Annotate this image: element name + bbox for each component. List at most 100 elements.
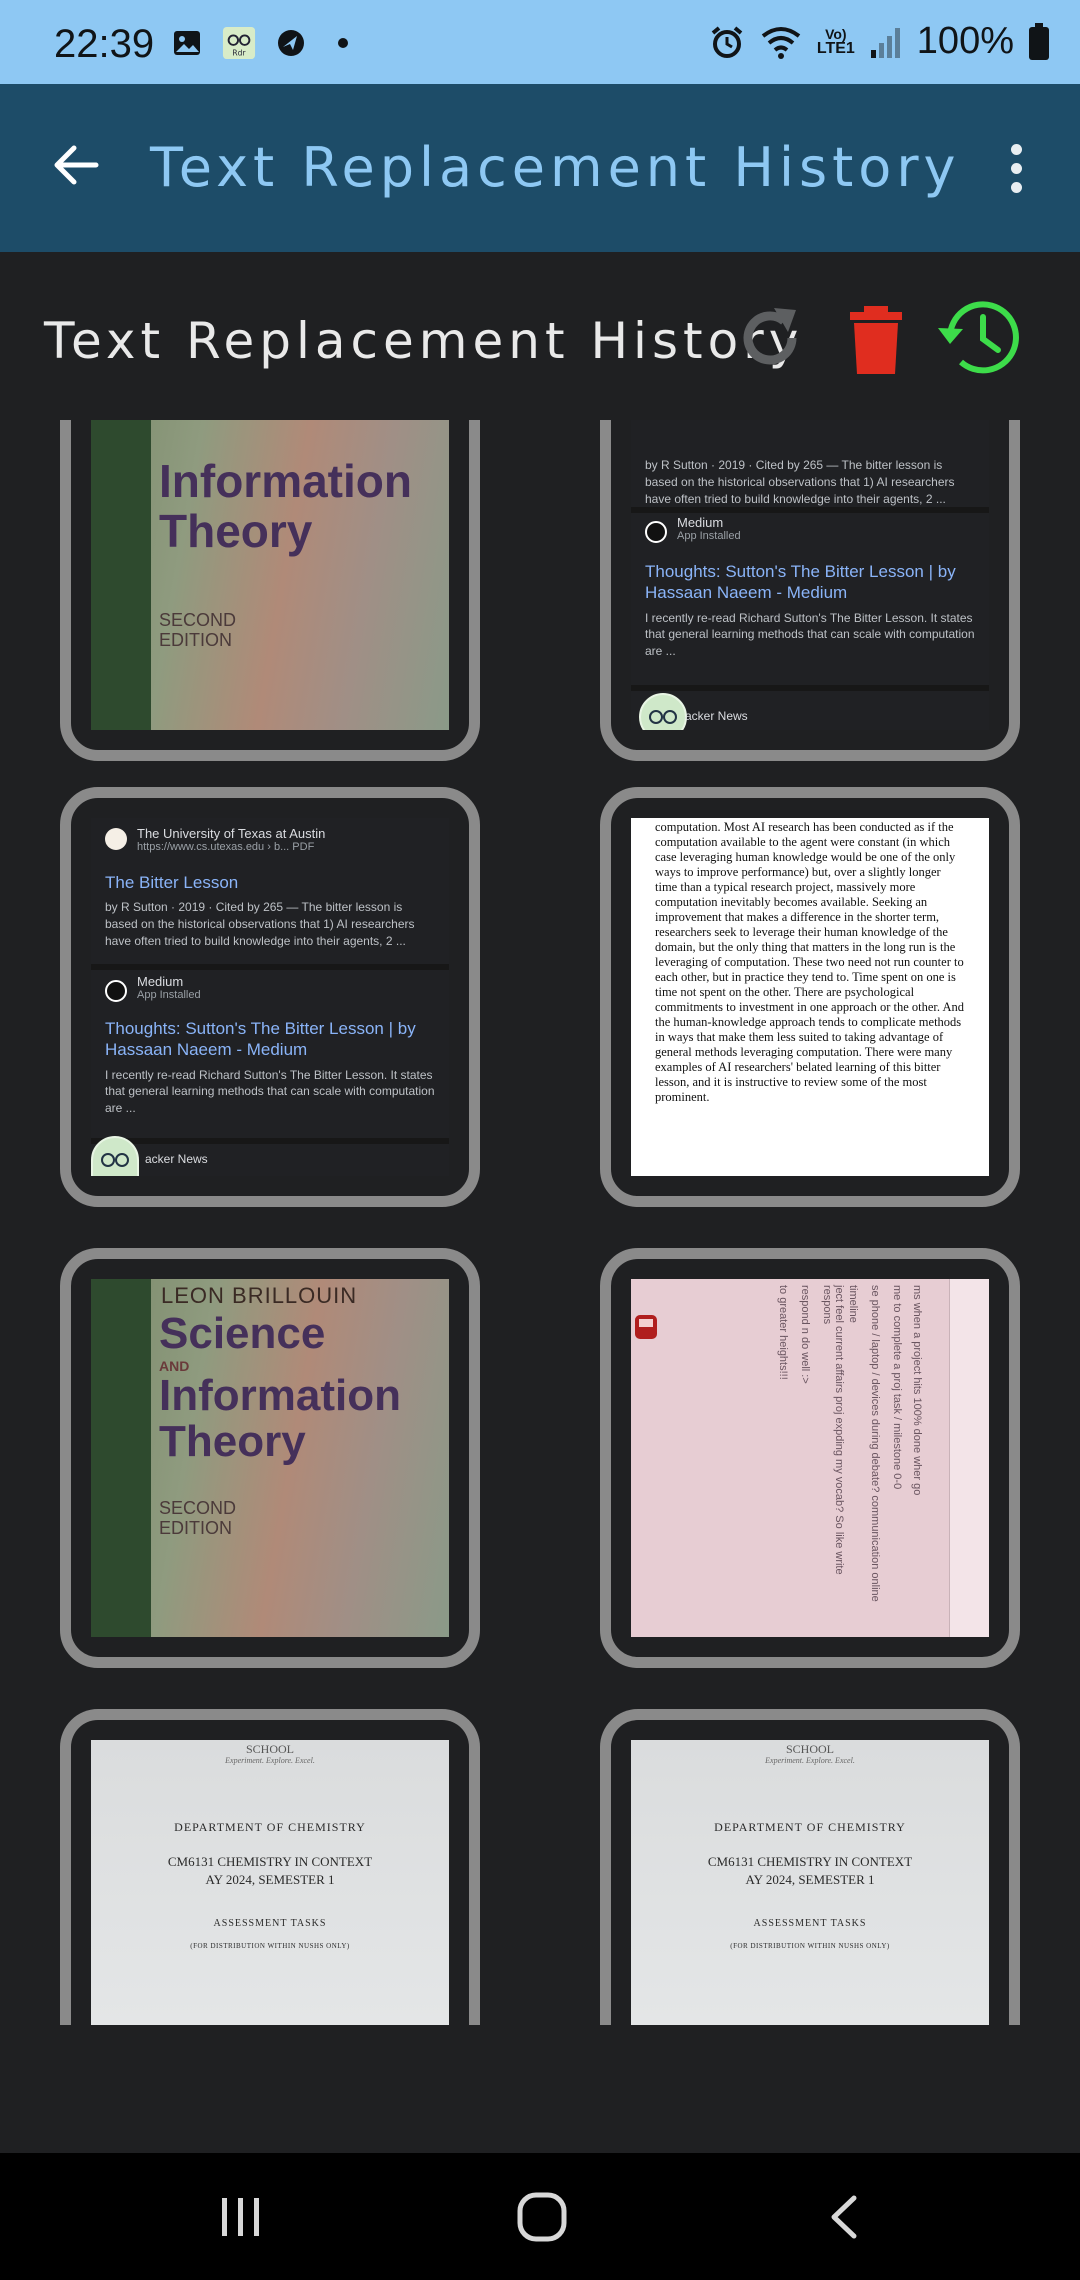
result-snippet: I recently re-read Richard Sutton's The … [105, 1067, 435, 1116]
result-source: The University of Texas at Austin [137, 826, 326, 841]
history-card[interactable]: ms when a project hits 100% done wher go… [600, 1248, 1020, 1668]
result-snippet: by R Sutton · 2019 · Cited by 265 — The … [105, 900, 415, 948]
more-vert-icon-dot [1010, 162, 1022, 174]
result-next-source: acker News [685, 709, 748, 723]
result-snippet: by R Sutton · 2019 · Cited by 265 — The … [645, 458, 955, 506]
doc-school: SCHOOL [785, 1742, 834, 1756]
book-edition-line: SECOND [159, 610, 237, 630]
result-source: Medium [137, 974, 184, 989]
result-next-source: acker News [145, 1152, 208, 1166]
doc-assessment: ASSESSMENT TASKS [753, 1918, 867, 1929]
history-icon [938, 301, 1019, 374]
result-url: https://www.cs.utexas.edu › b... PDF [137, 841, 315, 853]
card-thumbnail: The University of Texas at Austin https:… [91, 818, 449, 1176]
reader-app-badge [639, 693, 687, 730]
book-author: LEON BRILLOUIN [161, 1283, 358, 1308]
result-title: Thoughts: Sutton's The Bitter Lesson | b… [645, 562, 956, 603]
dot-icon [326, 26, 360, 60]
status-time: 22:39 [54, 22, 155, 66]
doc-department: DEPARTMENT OF CHEMISTRY [714, 1820, 906, 1834]
search-result: The University of Texas at Austin https:… [91, 826, 449, 853]
volte-label: Vo) [825, 25, 847, 42]
history-card[interactable]: SCHOOL Experiment. Explore. Excel. DEPAR… [600, 1709, 1020, 2025]
history-card[interactable]: The University of Texas at Austin https:… [60, 787, 480, 1207]
book-edition-line: EDITION [159, 630, 233, 650]
delete-button[interactable] [846, 298, 906, 378]
chevron-left-icon [831, 2195, 857, 2239]
handwriting-line: timeline [847, 1285, 859, 1323]
handwriting-line: ms when a project hits 100% done wher go [911, 1285, 923, 1496]
book-edition-line: EDITION [159, 1518, 233, 1538]
card-thumbnail: computation. Most AI research has been c… [631, 818, 989, 1176]
refresh-button[interactable] [736, 298, 806, 378]
handwriting-line: ject feel current affairs proj expding m… [821, 1285, 845, 1575]
card-thumbnail: by R Sutton · 2019 · Cited by 265 — The … [631, 420, 989, 730]
recent-apps-icon [222, 2198, 259, 2236]
battery-percent: 100% [916, 20, 1014, 62]
trash-icon [850, 306, 902, 374]
back-button[interactable] [800, 2175, 890, 2259]
section-title: Text Replacement History [44, 312, 804, 370]
handwriting-line: respond n do well :> [799, 1285, 811, 1384]
result-source-sub: App Installed [137, 989, 201, 1001]
doc-assessment: ASSESSMENT TASKS [213, 1918, 327, 1929]
doc-tagline: Experiment. Explore. Excel. [225, 1756, 315, 1765]
wifi-icon [761, 26, 801, 59]
status-left-icons: Rdr [170, 26, 360, 60]
doc-academic-year: AY 2024, SEMESTER 1 [205, 1872, 335, 1887]
image-icon [170, 26, 204, 60]
reader-app-badge [91, 1136, 139, 1176]
more-vert-icon-dot [1010, 181, 1022, 193]
more-vert-icon-dot [1010, 143, 1022, 155]
card-thumbnail: ms when a project hits 100% done wher go… [631, 1279, 989, 1637]
book-edition-line: SECOND [159, 1498, 237, 1518]
card-thumbnail: LEON BRILLOUIN Science AND Information T… [91, 1279, 449, 1637]
svg-text:Rdr: Rdr [232, 48, 246, 57]
car-icon [635, 1315, 657, 1339]
doc-distribution: (FOR DISTRIBUTION WITHIN NUSHS ONLY) [190, 1942, 350, 1950]
book-title-line: Theory [159, 1417, 306, 1466]
search-result-body: Thoughts: Sutton's The Bitter Lesson | b… [631, 555, 989, 660]
search-result: Medium App Installed [631, 515, 989, 542]
navigation-icon [274, 26, 308, 60]
handwriting-line: to greater heights!!! [777, 1285, 789, 1380]
result-divider [91, 1138, 449, 1144]
doc-distribution: (FOR DISTRIBUTION WITHIN NUSHS ONLY) [730, 1942, 890, 1950]
book-spine [91, 420, 151, 730]
handwriting-line: se phone / laptop / devices during debat… [869, 1285, 881, 1602]
recent-apps-button[interactable] [196, 2175, 286, 2259]
arrow-left-icon [54, 145, 99, 185]
system-nav-bar [0, 2153, 1080, 2280]
section-header: Text Replacement History [0, 252, 1080, 420]
network-label: LTE1 [816, 39, 855, 57]
history-button[interactable] [936, 292, 1026, 382]
editor-toolbar [949, 1279, 989, 1637]
history-card[interactable]: by R Sutton · 2019 · Cited by 265 — The … [600, 420, 1020, 761]
app-bar: Text Replacement History [0, 84, 1080, 252]
history-card[interactable]: SCHOOL Experiment. Explore. Excel. DEPAR… [60, 1709, 480, 2025]
overflow-menu-button[interactable] [992, 136, 1040, 200]
book-title-line: Information [159, 455, 412, 507]
book-spine [91, 1279, 151, 1637]
doc-course: CM6131 CHEMISTRY IN CONTEXT [167, 1854, 373, 1869]
card-thumbnail: SCHOOL Experiment. Explore. Excel. DEPAR… [631, 1740, 989, 2025]
status-right: Vo) LTE1 100% [709, 20, 1050, 63]
book-title-line: Information [159, 1371, 401, 1420]
back-arrow-button[interactable] [44, 134, 106, 196]
doc-department: DEPARTMENT OF CHEMISTRY [174, 1820, 366, 1834]
home-icon [517, 2192, 567, 2242]
lte-icon: Vo) LTE1 [817, 27, 855, 57]
history-card[interactable]: Information Theory SECOND EDITION [60, 420, 480, 761]
search-result: Medium App Installed [91, 974, 449, 1001]
doc-course: CM6131 CHEMISTRY IN CONTEXT [707, 1854, 913, 1869]
battery-icon [1029, 22, 1049, 60]
result-divider [631, 507, 989, 513]
result-divider [631, 685, 989, 691]
search-result-body: Thoughts: Sutton's The Bitter Lesson | b… [91, 1012, 449, 1117]
history-card[interactable]: computation. Most AI research has been c… [600, 787, 1020, 1207]
result-title: Thoughts: Sutton's The Bitter Lesson | b… [105, 1019, 416, 1060]
home-button[interactable] [497, 2175, 587, 2259]
history-card[interactable]: LEON BRILLOUIN Science AND Information T… [60, 1248, 480, 1668]
doc-tagline: Experiment. Explore. Excel. [765, 1756, 855, 1765]
doc-school: SCHOOL [245, 1742, 294, 1756]
